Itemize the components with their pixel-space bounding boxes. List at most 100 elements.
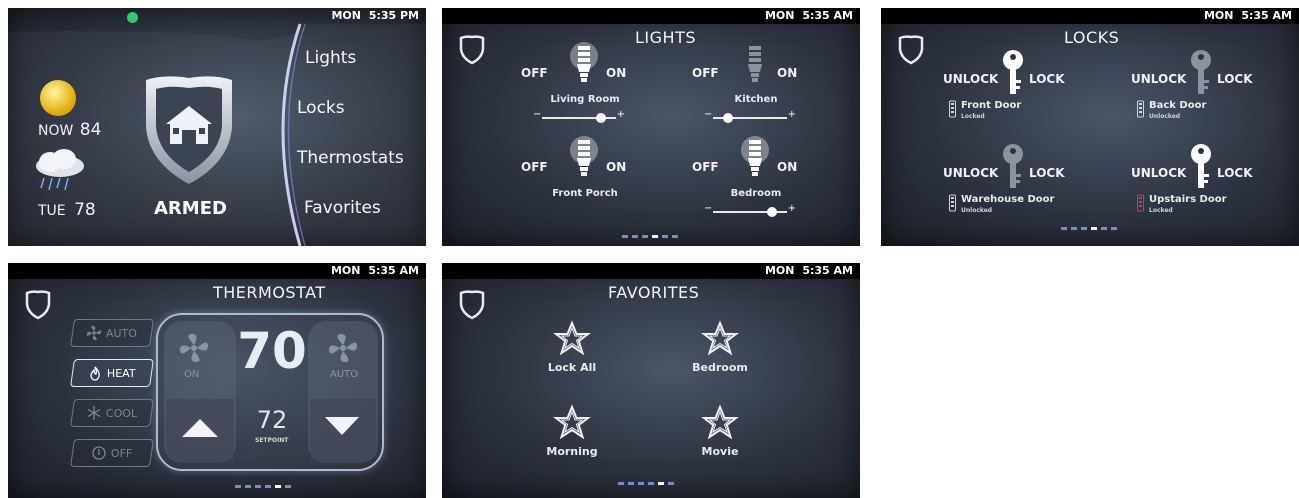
weather-now-label: NOW bbox=[38, 123, 74, 139]
status-time: 5:35 PM bbox=[368, 9, 419, 22]
plus-icon: + bbox=[787, 203, 796, 214]
page-dot[interactable] bbox=[658, 482, 664, 485]
dimmer-slider[interactable]: − + bbox=[704, 109, 796, 124]
home-screen: MON 5:35 PM NOW 84 TUE 78 ARMED Lights L… bbox=[8, 8, 426, 246]
favorite-name[interactable]: Morning bbox=[522, 445, 622, 458]
page-dot[interactable] bbox=[285, 485, 291, 488]
lock-button[interactable]: LOCK bbox=[1029, 166, 1065, 180]
lightbulb-on-icon[interactable] bbox=[737, 136, 773, 178]
menu-locks[interactable]: Locks bbox=[297, 98, 345, 118]
dimmer-slider[interactable]: − + bbox=[533, 109, 625, 124]
page-dot[interactable] bbox=[642, 235, 648, 238]
locks-screen: MON 5:35 AM LOCKS UNLOCK LOCK Front Door L… bbox=[881, 8, 1299, 246]
key-icon[interactable] bbox=[1001, 144, 1025, 190]
dimmer-slider[interactable]: − + bbox=[704, 203, 796, 218]
star-icon[interactable] bbox=[701, 320, 739, 356]
thermostat-screen: MON 5:35 AM THERMOSTAT AUTO HEAT COOL OFF O… bbox=[8, 263, 426, 498]
page-dot[interactable] bbox=[1091, 227, 1097, 230]
shield-home-icon[interactable] bbox=[898, 35, 924, 65]
shield-home-icon[interactable] bbox=[459, 35, 485, 65]
mode-button-off[interactable]: OFF bbox=[70, 439, 154, 467]
light-off-button[interactable]: OFF bbox=[521, 66, 548, 80]
unlock-button[interactable]: UNLOCK bbox=[943, 166, 998, 180]
page-indicator[interactable] bbox=[1061, 227, 1117, 230]
shield-home-icon[interactable] bbox=[459, 290, 485, 320]
favorite-name[interactable]: Movie bbox=[670, 445, 770, 458]
mode-button-heat[interactable]: HEAT bbox=[70, 359, 154, 387]
favorite-name[interactable]: Bedroom bbox=[670, 361, 770, 374]
page-indicator[interactable] bbox=[618, 482, 674, 485]
slider-knob[interactable] bbox=[722, 113, 733, 123]
page-dot[interactable] bbox=[632, 235, 638, 238]
lock-button[interactable]: LOCK bbox=[1029, 72, 1065, 86]
page-dot[interactable] bbox=[652, 235, 658, 238]
mode-button-auto[interactable]: AUTO bbox=[70, 319, 154, 347]
shield-home-icon[interactable] bbox=[25, 290, 51, 320]
status-day: MON bbox=[331, 9, 361, 22]
security-shield-icon[interactable] bbox=[142, 74, 236, 186]
lock-name: Back Door bbox=[1149, 100, 1207, 111]
page-dot[interactable] bbox=[1081, 227, 1087, 230]
page-dot[interactable] bbox=[235, 485, 241, 488]
weather-next: TUE 78 bbox=[38, 200, 96, 220]
menu-lights[interactable]: Lights bbox=[305, 48, 356, 68]
page-dot[interactable] bbox=[618, 482, 624, 485]
page-dot[interactable] bbox=[275, 485, 281, 488]
status-day: MON bbox=[330, 264, 361, 277]
star-icon[interactable] bbox=[553, 320, 591, 356]
page-dot[interactable] bbox=[1061, 227, 1067, 230]
page-dot[interactable] bbox=[1111, 227, 1117, 230]
menu-thermostats[interactable]: Thermostats bbox=[297, 148, 404, 168]
star-icon[interactable] bbox=[553, 404, 591, 440]
light-on-button[interactable]: ON bbox=[606, 160, 626, 174]
light-on-button[interactable]: ON bbox=[777, 160, 797, 174]
page-dot[interactable] bbox=[672, 235, 678, 238]
unlock-button[interactable]: UNLOCK bbox=[1131, 72, 1186, 86]
battery-icon bbox=[1137, 194, 1144, 212]
lock-state: Locked bbox=[1149, 207, 1173, 214]
unlock-button[interactable]: UNLOCK bbox=[943, 72, 998, 86]
key-icon[interactable] bbox=[1001, 50, 1025, 96]
favorite-name[interactable]: Lock All bbox=[522, 361, 622, 374]
key-icon[interactable] bbox=[1189, 50, 1213, 96]
light-on-button[interactable]: ON bbox=[606, 66, 626, 80]
page-dot[interactable] bbox=[245, 485, 251, 488]
page-dot[interactable] bbox=[648, 482, 654, 485]
lock-button[interactable]: LOCK bbox=[1217, 72, 1253, 86]
page-indicator[interactable] bbox=[622, 235, 678, 238]
page-dot[interactable] bbox=[1071, 227, 1077, 230]
lightbulb-on-icon[interactable] bbox=[566, 136, 602, 178]
light-off-button[interactable]: OFF bbox=[521, 160, 548, 174]
status-bar: MON 5:35 AM bbox=[442, 263, 860, 279]
snowflake-icon bbox=[87, 406, 101, 420]
page-dot[interactable] bbox=[668, 482, 674, 485]
page-dot[interactable] bbox=[628, 482, 634, 485]
page-dot[interactable] bbox=[1101, 227, 1107, 230]
mode-button-cool[interactable]: COOL bbox=[70, 399, 154, 427]
lightbulb-on-icon[interactable] bbox=[566, 42, 602, 84]
page-indicator[interactable] bbox=[235, 485, 291, 488]
page-dot[interactable] bbox=[265, 485, 271, 488]
page-dot[interactable] bbox=[255, 485, 261, 488]
power-icon bbox=[92, 446, 106, 460]
sun-icon bbox=[40, 80, 76, 116]
star-icon[interactable] bbox=[701, 404, 739, 440]
page-dot[interactable] bbox=[622, 235, 628, 238]
light-name: Kitchen bbox=[734, 94, 778, 105]
slider-knob[interactable] bbox=[596, 113, 607, 123]
key-icon[interactable] bbox=[1189, 144, 1213, 190]
unlock-button[interactable]: UNLOCK bbox=[1131, 166, 1186, 180]
page-dot[interactable] bbox=[662, 235, 668, 238]
menu-favorites[interactable]: Favorites bbox=[304, 198, 381, 218]
lock-button[interactable]: LOCK bbox=[1217, 166, 1253, 180]
page-dot[interactable] bbox=[638, 482, 644, 485]
lightbulb-off-icon[interactable] bbox=[737, 42, 773, 84]
light-on-button[interactable]: ON bbox=[777, 66, 797, 80]
light-off-button[interactable]: OFF bbox=[692, 66, 719, 80]
lock-state: Unlocked bbox=[961, 207, 993, 214]
slider-knob[interactable] bbox=[767, 207, 778, 217]
light-name: Front Porch bbox=[552, 188, 618, 199]
rain-cloud-icon bbox=[36, 149, 84, 191]
setpoint-label: SETPOINT bbox=[255, 437, 289, 444]
light-off-button[interactable]: OFF bbox=[692, 160, 719, 174]
